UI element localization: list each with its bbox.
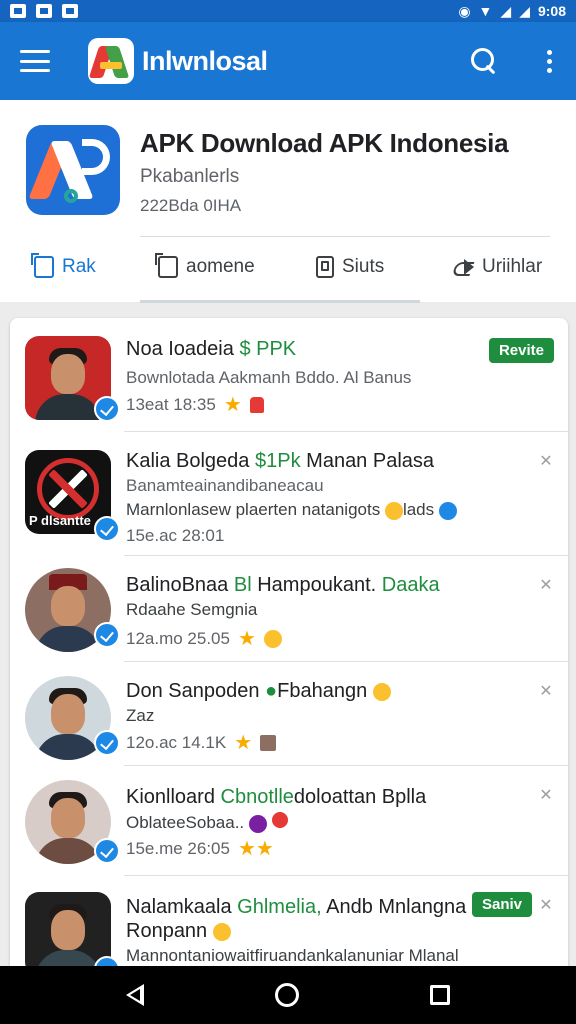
item-meta: 12a.mo 25.05 ★ [126,626,282,651]
item-title: BalinoBnaa Bl Hampoukant. Daaka [126,574,440,596]
verified-icon [94,622,120,648]
pin-icon[interactable]: ✕ [538,454,554,470]
action-label: Siuts [342,256,385,277]
screenshot-icon [62,4,78,18]
item-description: Mannontaniowaitfiruandankalanuniar Mlana… [126,946,459,965]
results-list: Noa Ioadeia $ PPK Revite Bownlotada Aakm… [10,318,568,978]
menu-icon[interactable] [20,50,50,72]
signal-icon: ◢ [500,2,512,19]
status-badge[interactable]: Saniv [471,892,532,917]
search-icon[interactable] [469,46,499,76]
house-icon [260,734,277,751]
pin-icon[interactable]: ✕ [538,788,554,804]
action-label: Rak [62,256,96,277]
emoji-icon [384,501,403,520]
status-bar: ◉ ▼ ◢ ◢ 9:08 [0,0,576,22]
emoji-icon [372,682,391,701]
item-meta: 13eat 18:35 ★ [126,392,264,417]
app-bar: Inlwnlosal [0,22,576,100]
share-icon [452,257,474,277]
star-icon: ★ [237,628,256,650]
star-icon: ★ [234,732,253,754]
pin-icon[interactable]: ✕ [538,898,554,914]
star-icon: ★★ [237,838,274,860]
item-title: Kionlloard Cbnotlledoloattan Bplla [126,786,427,808]
item-meta: 15e.ac 28:01 [126,526,225,545]
home-icon[interactable] [274,983,299,1007]
action-share[interactable]: Uriihlar [452,256,542,278]
action-bar: Rak aomene Siuts Uriihlar [0,248,576,288]
navigation-bar [0,966,576,1024]
action-label: Uriihlar [482,256,543,277]
app-developer: Pkabanlerls [140,166,240,187]
pin-icon[interactable]: ✕ [538,578,554,594]
verified-icon [94,516,120,542]
message-icon [36,4,52,18]
scroll-indicator [140,300,420,303]
item-meta: 12o.ac 14.1K ★ [126,730,277,755]
app-logo [88,38,134,84]
item-description-2: Marnlonlasew plaerten natanigots lads [126,500,457,520]
list-item[interactable]: Don Sanpoden ●Fbahangn ✕ Zaz 12o.ac 14.1… [10,662,568,766]
signal-icon: ◢ [519,2,530,19]
more-options-icon[interactable] [543,49,556,73]
status-badge[interactable]: Revite [488,338,554,363]
check-icon [438,501,457,520]
action-save[interactable]: Rak [31,253,96,278]
item-description: OblateeSobaa.. [126,812,288,833]
verified-icon [94,838,120,864]
item-title: Kalia Bolgeda $1Pk Manan Palasa [126,450,435,472]
emoji-icon [248,814,267,833]
app-title: Inlwnlosal [142,45,268,76]
list-item[interactable]: Nalamkaala Ghlmelia, Andb Mnlangna Saniv… [10,876,568,978]
app-name: APK Download APK Indonesia [140,128,509,158]
item-description: Rdaahe Semgnia [126,600,258,619]
emoji-icon [263,629,282,648]
star-icon: ★ [223,394,242,416]
list-item[interactable]: P dlsantte Kalia Bolgeda $1Pk Manan Pala… [10,432,568,556]
alarm-icon: ◉ [458,2,471,19]
item-title: Noa Ioadeia $ PPK [126,338,297,360]
list-item[interactable]: BalinoBnaa Bl Hampoukant. Daaka ✕ Rdaahe… [10,556,568,662]
item-description: Bownlotada Aakmanh Bddo. Al Banus [126,368,412,387]
action-label: aomene [186,256,255,277]
notification-icon [10,4,26,18]
emoji-icon [271,812,288,828]
pin-icon[interactable]: ✕ [538,684,554,700]
bookmark-icon [31,253,54,278]
item-subtitle: Ronpann [126,920,231,943]
emoji-icon [212,922,231,941]
item-title: Nalamkaala Ghlmelia, Andb Mnlangna [126,896,467,918]
item-title: Don Sanpoden ●Fbahangn [126,680,391,703]
verified-icon [94,730,120,756]
document-icon [316,256,334,278]
verified-icon [94,396,120,422]
action-comment[interactable]: aomene [155,253,255,278]
recents-icon[interactable] [430,985,451,1005]
app-meta: 222Bda 0IHA [140,196,242,215]
item-description: Zaz [126,706,155,725]
app-icon [26,125,120,215]
item-meta: 15e.me 26:05 ★★ [126,838,274,860]
divider [140,236,550,237]
action-status[interactable]: Siuts [316,256,384,278]
list-item[interactable]: Noa Ioadeia $ PPK Revite Bownlotada Aakm… [10,318,568,432]
siren-icon [249,396,264,413]
clock: 9:08 [537,3,566,19]
list-item[interactable]: Kionlloard Cbnotlledoloattan Bplla ✕ Obl… [10,766,568,876]
comment-icon [155,253,178,278]
back-icon[interactable] [125,984,144,1006]
wifi-icon: ▼ [478,3,493,19]
item-description: Banamteainandibaneacau [126,476,324,495]
